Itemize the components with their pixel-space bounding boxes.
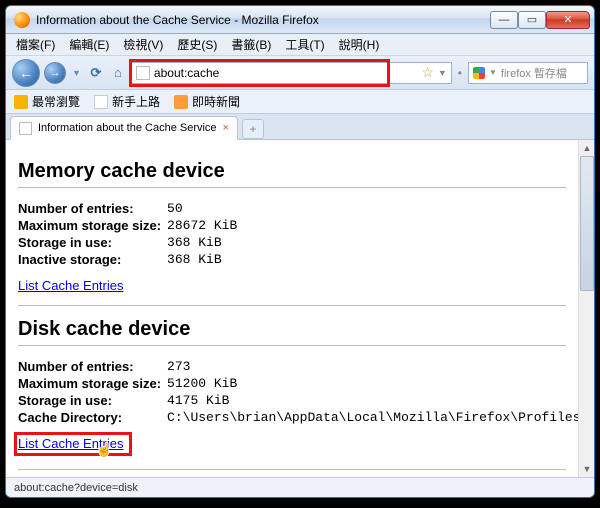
firefox-icon bbox=[14, 12, 30, 28]
page-icon bbox=[94, 95, 108, 109]
menu-edit[interactable]: 編輯(E) bbox=[63, 34, 115, 55]
link-list-disk-entries[interactable]: List Cache Entries bbox=[18, 436, 124, 451]
nav-toolbar: ← → ▼ ⟳ ⌂ ☆ ▼ • ▼ firefox 暫存檔 bbox=[6, 56, 594, 90]
link-list-memory-entries[interactable]: List Cache Entries bbox=[18, 278, 124, 293]
menu-help[interactable]: 說明(H) bbox=[333, 34, 386, 55]
heading-memory: Memory cache device bbox=[18, 160, 566, 183]
table-row: Storage in use:368 KiB bbox=[18, 234, 243, 251]
page-icon bbox=[136, 66, 150, 80]
scroll-down-icon[interactable]: ▼ bbox=[579, 461, 594, 477]
close-button[interactable]: ✕ bbox=[546, 11, 590, 29]
bookmark-star-icon[interactable]: ☆ bbox=[421, 64, 434, 81]
divider bbox=[18, 305, 566, 306]
disk-stats-table: Number of entries:273 Maximum storage si… bbox=[18, 358, 578, 426]
vertical-scrollbar[interactable]: ▲ ▼ bbox=[578, 140, 594, 477]
url-input[interactable] bbox=[154, 66, 417, 80]
bookmark-most-visited[interactable]: 最常瀏覽 bbox=[14, 93, 80, 110]
url-box[interactable]: ☆ ▼ bbox=[131, 62, 452, 84]
tabstrip: Information about the Cache Service × + bbox=[6, 114, 594, 140]
titlebar[interactable]: Information about the Cache Service - Mo… bbox=[6, 6, 594, 34]
menu-tools[interactable]: 工具(T) bbox=[279, 34, 330, 55]
divider bbox=[18, 187, 566, 188]
table-row: Number of entries:273 bbox=[18, 358, 578, 375]
bookmark-getting-started[interactable]: 新手上路 bbox=[94, 93, 160, 110]
back-button[interactable]: ← bbox=[12, 59, 40, 87]
menubar: 檔案(F) 編輯(E) 檢視(V) 歷史(S) 書籤(B) 工具(T) 說明(H… bbox=[6, 34, 594, 56]
menu-bookmarks[interactable]: 書籤(B) bbox=[225, 34, 277, 55]
bookmark-icon bbox=[14, 95, 28, 109]
menu-history[interactable]: 歷史(S) bbox=[171, 34, 223, 55]
google-icon bbox=[473, 67, 485, 79]
menu-view[interactable]: 檢視(V) bbox=[117, 34, 169, 55]
table-row: Maximum storage size:51200 KiB bbox=[18, 375, 578, 392]
reload-button[interactable]: ⟳ bbox=[87, 64, 105, 82]
divider bbox=[18, 345, 566, 346]
tab-label: Information about the Cache Service bbox=[38, 122, 217, 134]
page-content: Memory cache device Number of entries:50… bbox=[6, 140, 578, 477]
heading-disk: Disk cache device bbox=[18, 318, 566, 341]
window-buttons: — ▭ ✕ bbox=[490, 11, 590, 29]
url-dropdown[interactable]: ▼ bbox=[438, 68, 447, 78]
home-button[interactable]: ⌂ bbox=[109, 64, 127, 82]
menu-file[interactable]: 檔案(F) bbox=[10, 34, 61, 55]
new-tab-button[interactable]: + bbox=[242, 119, 264, 139]
bookmark-news[interactable]: 即時新聞 bbox=[174, 93, 240, 110]
scroll-up-icon[interactable]: ▲ bbox=[579, 140, 594, 156]
table-row: Inactive storage:368 KiB bbox=[18, 251, 243, 268]
table-row: Maximum storage size:28672 KiB bbox=[18, 217, 243, 234]
divider bbox=[18, 469, 566, 470]
maximize-button[interactable]: ▭ bbox=[518, 11, 546, 29]
forward-button[interactable]: → bbox=[44, 62, 66, 84]
window-title: Information about the Cache Service - Mo… bbox=[36, 13, 490, 27]
bookmark-label: 最常瀏覽 bbox=[32, 93, 80, 110]
table-row: Storage in use:4175 KiB bbox=[18, 392, 578, 409]
status-bar: about:cache?device=disk bbox=[6, 477, 594, 497]
nav-history-dropdown[interactable]: ▼ bbox=[70, 68, 83, 78]
rss-icon bbox=[174, 95, 188, 109]
table-row: Cache Directory:C:\Users\brian\AppData\L… bbox=[18, 409, 578, 426]
search-box[interactable]: ▼ firefox 暫存檔 bbox=[468, 62, 588, 84]
tab-active[interactable]: Information about the Cache Service × bbox=[10, 116, 238, 140]
page-icon bbox=[19, 122, 32, 135]
bookmark-label: 即時新聞 bbox=[192, 93, 240, 110]
content-area: Memory cache device Number of entries:50… bbox=[6, 140, 594, 477]
browser-window: Information about the Cache Service - Mo… bbox=[5, 5, 595, 498]
go-dropdown-icon[interactable]: • bbox=[456, 66, 464, 80]
search-engine-dropdown[interactable]: ▼ bbox=[489, 68, 497, 77]
tab-close-icon[interactable]: × bbox=[223, 122, 229, 134]
minimize-button[interactable]: — bbox=[490, 11, 518, 29]
search-input[interactable]: firefox 暫存檔 bbox=[501, 65, 567, 81]
table-row: Number of entries:50 bbox=[18, 200, 243, 217]
bookmarks-bar: 最常瀏覽 新手上路 即時新聞 bbox=[6, 90, 594, 114]
memory-stats-table: Number of entries:50 Maximum storage siz… bbox=[18, 200, 243, 268]
scrollbar-thumb[interactable] bbox=[580, 156, 594, 291]
bookmark-label: 新手上路 bbox=[112, 93, 160, 110]
status-text: about:cache?device=disk bbox=[14, 482, 138, 494]
